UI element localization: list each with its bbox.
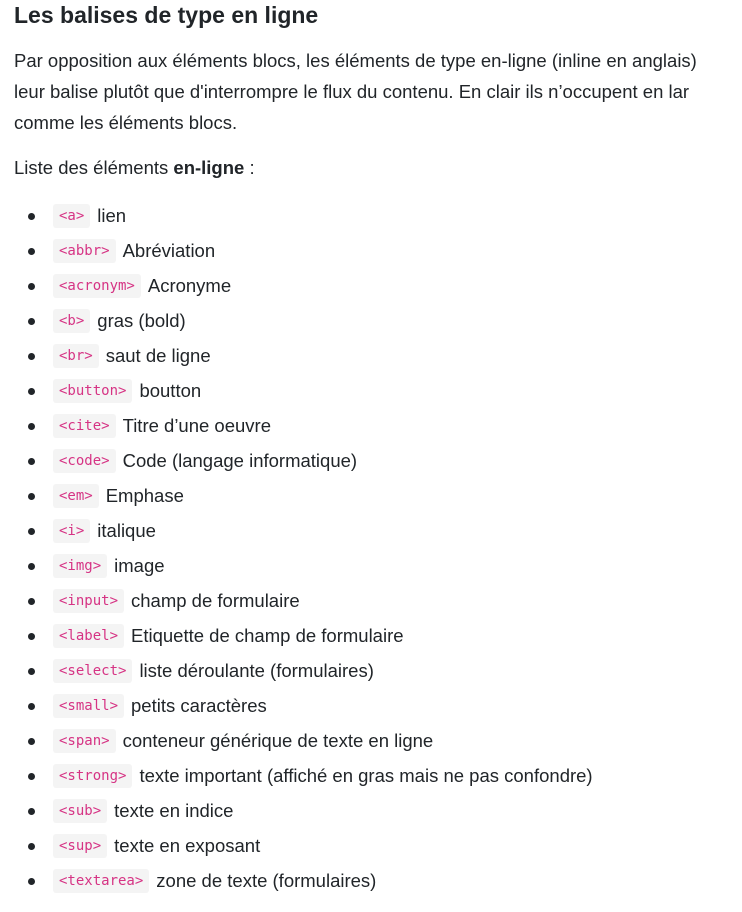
bullet-icon [28,843,35,850]
list-item: <button> boutton [28,373,742,408]
code-tag: <small> [53,693,125,718]
code-tag: <button> [53,378,133,403]
code-tag: <abbr> [53,238,116,263]
item-description: image [114,554,165,576]
list-item: <acronym> Acronyme [28,268,742,303]
list-intro-bold: en-ligne [173,157,245,178]
section-heading: Les balises de type en ligne [14,2,319,28]
list-intro-prefix: Liste des éléments [14,157,174,178]
item-description: Code (langage informatique) [122,449,358,471]
item-description: Emphase [105,484,184,506]
item-description: gras (bold) [97,309,186,331]
bullet-icon [28,738,35,745]
inline-elements-list: <a> lien <abbr> Abréviation <acronym> Acron… [14,198,742,898]
list-item: <img> image [28,548,742,583]
code-tag: <sup> [53,833,108,858]
bullet-icon [28,598,35,605]
bullet-icon [28,563,35,570]
intro-line: Par opposition aux éléments blocs, les é… [14,50,697,71]
code-tag: <acronym> [53,273,141,298]
bullet-icon [28,668,35,675]
bullet-icon [28,318,35,325]
list-item: <input> champ de formulaire [28,583,742,618]
item-description: petits caractères [131,694,267,716]
item-description: Titre d’une oeuvre [122,414,272,436]
list-item: <code> Code (langage informatique) [28,443,742,478]
list-item: <br> saut de ligne [28,338,742,373]
item-description: Acronyme [147,274,232,296]
bullet-icon [28,773,35,780]
item-description: Abréviation [122,239,216,261]
list-item: <select> liste déroulante (formulaires) [28,653,742,688]
item-description: texte en indice [114,799,234,821]
item-description: saut de ligne [105,344,211,366]
code-tag: <a> [53,203,91,228]
code-tag: <b> [53,308,91,333]
bullet-icon [28,808,35,815]
bullet-icon [28,878,35,885]
bullet-icon [28,703,35,710]
code-tag: <textarea> [53,868,150,893]
list-item: <textarea> zone de texte (formulaires) [28,863,742,898]
item-description: zone de texte (formulaires) [156,869,377,891]
bullet-icon [28,388,35,395]
item-description: champ de formulaire [131,589,300,611]
list-item: <em> Emphase [28,478,742,513]
item-description: italique [97,519,156,541]
item-description: conteneur générique de texte en ligne [122,729,434,751]
code-tag: <img> [53,553,108,578]
list-item: <b> gras (bold) [28,303,742,338]
item-description: liste déroulante (formulaires) [139,659,374,681]
item-description: Etiquette de champ de formulaire [131,624,404,646]
code-tag: <span> [53,728,116,753]
list-intro: Liste des éléments en-ligne : [14,154,742,182]
code-tag: <i> [53,518,91,543]
list-item: <small> petits caractères [28,688,742,723]
list-item: <strong> texte important (affiché en gras… [28,758,742,793]
bullet-icon [28,458,35,465]
bullet-icon [28,213,35,220]
article-content: Les balises de type en ligne Par opposit… [14,0,742,898]
code-tag: <br> [53,343,99,368]
intro-line: leur balise plutôt que d'interrompre le … [14,81,690,102]
code-tag: <cite> [53,413,116,438]
list-item: <cite> Titre d’une oeuvre [28,408,742,443]
list-item: <span> conteneur générique de texte en li… [28,723,742,758]
intro-paragraph: Par opposition aux éléments blocs, les é… [14,45,742,138]
code-tag: <input> [53,588,125,613]
code-tag: <em> [53,483,99,508]
list-intro-suffix: : [244,157,255,178]
list-item: <sub> texte en indice [28,793,742,828]
list-item: <a> lien [28,198,742,233]
bullet-icon [28,633,35,640]
code-tag: <code> [53,448,116,473]
bullet-icon [28,493,35,500]
item-description: texte en exposant [114,834,261,856]
bullet-icon [28,353,35,360]
list-item: <abbr> Abréviation [28,233,742,268]
bullet-icon [28,528,35,535]
list-item: <i> italique [28,513,742,548]
item-description: lien [97,204,127,226]
code-tag: <sub> [53,798,108,823]
item-description: boutton [139,379,202,401]
bullet-icon [28,423,35,430]
list-item: <sup> texte en exposant [28,828,742,863]
list-item: <label> Etiquette de champ de formulaire [28,618,742,653]
bullet-icon [28,248,35,255]
code-tag: <label> [53,623,125,648]
code-tag: <select> [53,658,133,683]
intro-line: comme les éléments blocs. [14,112,238,133]
item-description: texte important (affiché en gras mais ne… [139,764,593,786]
code-tag: <strong> [53,763,133,788]
bullet-icon [28,283,35,290]
